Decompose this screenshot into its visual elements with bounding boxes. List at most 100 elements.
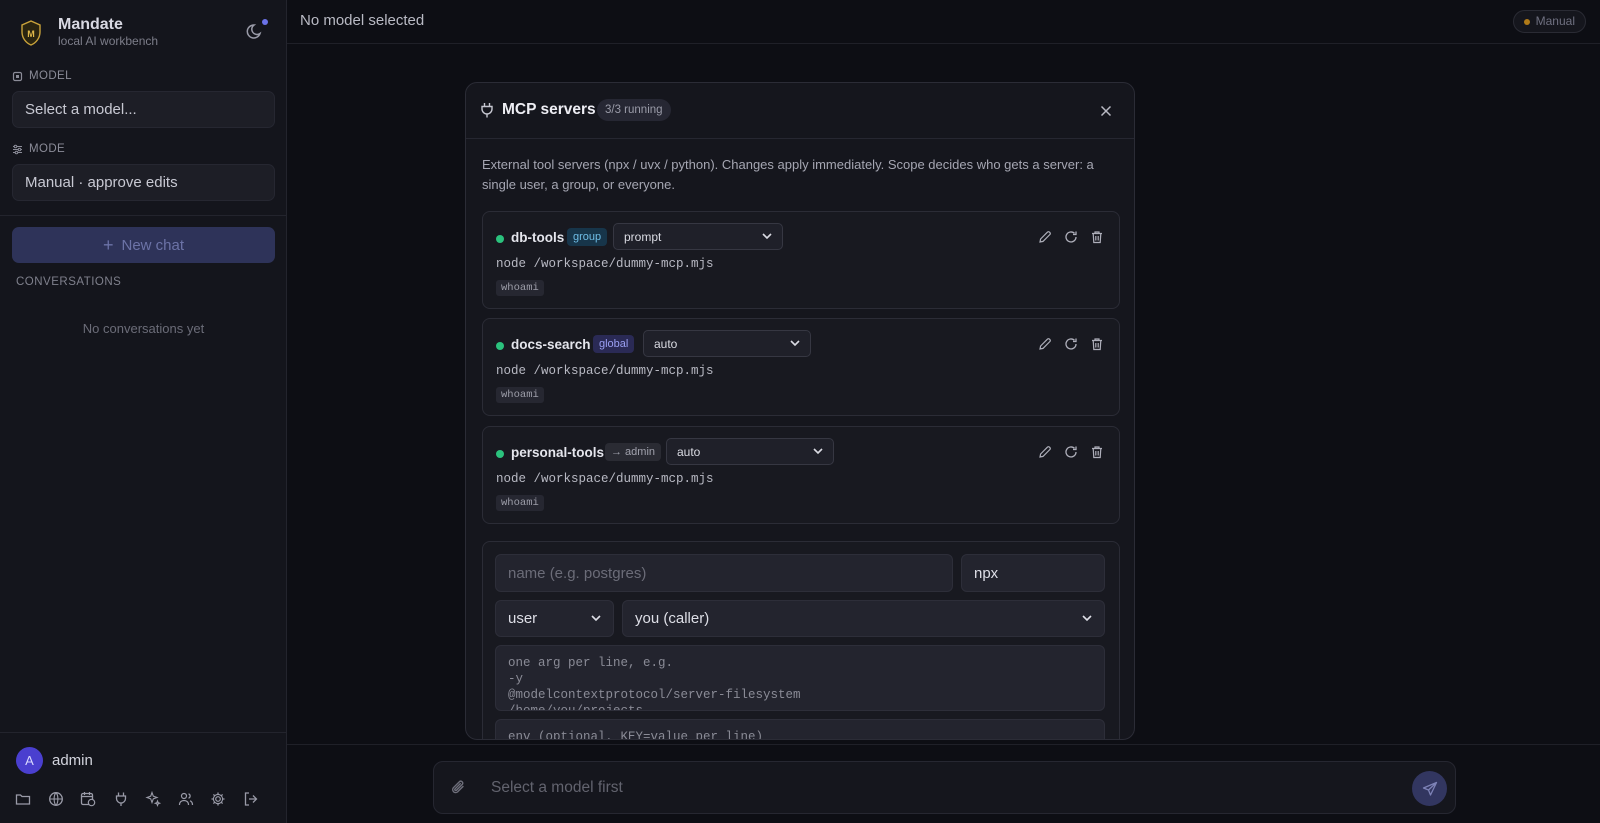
mode-section-label: MODE bbox=[12, 143, 65, 155]
conversations-label: CONVERSATIONS bbox=[16, 276, 122, 288]
page-title: No model selected bbox=[300, 12, 425, 29]
server-name: personal-tools bbox=[511, 445, 605, 460]
server-name: db-tools bbox=[511, 230, 565, 245]
message-input[interactable] bbox=[491, 770, 1371, 806]
policy-select-value: auto bbox=[677, 444, 701, 459]
app-name: Mandate bbox=[58, 16, 123, 33]
new-chat-button[interactable]: + New chat bbox=[12, 227, 275, 263]
tool-chip: whoami bbox=[496, 495, 544, 511]
restart-icon[interactable] bbox=[1063, 229, 1079, 245]
topbar: No model selected Manual bbox=[287, 0, 1600, 44]
modal-description: External tool servers (npx / uvx / pytho… bbox=[482, 157, 1094, 192]
mode-select-value: Manual · approve edits bbox=[25, 174, 178, 191]
sidebar-footer-divider bbox=[0, 732, 287, 733]
model-select-value: Select a model... bbox=[25, 101, 137, 118]
mode-status-pill[interactable]: Manual bbox=[1512, 10, 1586, 33]
sidebar-divider bbox=[0, 215, 287, 216]
users-icon[interactable] bbox=[177, 790, 195, 808]
server-name: docs-search bbox=[511, 337, 591, 352]
trash-icon[interactable] bbox=[1089, 336, 1105, 352]
empty-conversations: No conversations yet bbox=[82, 321, 205, 336]
status-dot bbox=[496, 342, 504, 350]
chevron-down-icon bbox=[813, 448, 823, 455]
tool-chip: whoami bbox=[496, 280, 544, 296]
svg-text:M: M bbox=[27, 29, 35, 39]
policy-select-value: prompt bbox=[624, 229, 662, 244]
brand: M Mandate local AI workbench bbox=[20, 16, 158, 49]
model-section-label: MODEL bbox=[12, 70, 72, 82]
sidebar: M Mandate local AI workbench MODEL Selec… bbox=[0, 0, 287, 823]
logout-icon[interactable] bbox=[242, 790, 260, 808]
avatar: A bbox=[16, 747, 43, 774]
target-select-value: you (caller) bbox=[635, 610, 710, 627]
send-button[interactable] bbox=[1412, 771, 1447, 806]
edit-icon[interactable] bbox=[1037, 336, 1053, 352]
model-label: MODEL bbox=[29, 70, 72, 82]
plus-icon: + bbox=[102, 234, 114, 255]
model-select[interactable]: Select a model... bbox=[12, 91, 275, 128]
add-server-form: npx user you (caller) bbox=[482, 541, 1120, 739]
command-input[interactable]: npx bbox=[961, 554, 1105, 592]
settings-icon[interactable] bbox=[209, 790, 227, 808]
running-count-badge: 3/3 running bbox=[597, 99, 671, 121]
server-card-personal-tools: personal-tools → admin auto node /worksp… bbox=[482, 426, 1120, 524]
close-icon[interactable] bbox=[1096, 101, 1116, 121]
mode-select[interactable]: Manual · approve edits bbox=[12, 164, 275, 201]
sliders-icon bbox=[13, 144, 22, 154]
server-actions bbox=[1027, 444, 1105, 460]
modal-header: MCP servers 3/3 running bbox=[466, 83, 1134, 139]
server-card-db-tools: db-tools group prompt node /workspace/du… bbox=[482, 211, 1120, 309]
plug-icon[interactable] bbox=[112, 790, 130, 808]
user-name: admin bbox=[52, 752, 93, 769]
scope-badge: group bbox=[567, 228, 608, 246]
status-dot bbox=[496, 235, 504, 243]
tool-chip: whoami bbox=[496, 387, 544, 403]
command-input-value: npx bbox=[974, 564, 999, 582]
chevron-down-icon bbox=[591, 615, 601, 622]
folder-icon[interactable] bbox=[14, 790, 32, 808]
policy-select[interactable]: auto bbox=[666, 438, 834, 465]
policy-select[interactable]: auto bbox=[643, 330, 811, 357]
restart-icon[interactable] bbox=[1063, 444, 1079, 460]
restart-icon[interactable] bbox=[1063, 336, 1079, 352]
mode-label: MODE bbox=[29, 143, 66, 155]
args-textarea[interactable] bbox=[495, 645, 1105, 711]
modal-title: MCP servers bbox=[502, 101, 596, 118]
chevron-down-icon bbox=[790, 340, 800, 347]
chip-icon bbox=[12, 71, 23, 81]
shield-logo-icon: M bbox=[21, 19, 41, 46]
env-textarea[interactable] bbox=[495, 719, 1105, 739]
trash-icon[interactable] bbox=[1089, 229, 1105, 245]
status-dot bbox=[496, 450, 504, 458]
globe-icon[interactable] bbox=[47, 790, 65, 808]
trash-icon[interactable] bbox=[1089, 444, 1105, 460]
scope-select[interactable]: user bbox=[495, 600, 614, 637]
footer-icon-bar bbox=[14, 790, 274, 808]
chevron-down-icon bbox=[762, 233, 772, 240]
app-subtitle: local AI workbench bbox=[58, 34, 159, 48]
policy-select[interactable]: prompt bbox=[613, 223, 783, 250]
server-name-input[interactable] bbox=[495, 554, 953, 592]
chevron-down-icon bbox=[1082, 615, 1092, 622]
scope-badge: → admin bbox=[605, 443, 662, 461]
policy-select-value: auto bbox=[654, 336, 678, 351]
server-actions bbox=[1027, 336, 1105, 352]
server-command: node /workspace/dummy-mcp.mjs bbox=[496, 257, 714, 271]
target-select[interactable]: you (caller) bbox=[622, 600, 1105, 637]
paperclip-icon[interactable] bbox=[449, 778, 469, 798]
notification-dot bbox=[262, 19, 268, 25]
new-chat-label: New chat bbox=[121, 236, 185, 254]
server-command: node /workspace/dummy-mcp.mjs bbox=[496, 472, 714, 486]
sparkles-icon[interactable] bbox=[144, 790, 162, 808]
server-actions bbox=[1027, 229, 1105, 245]
edit-icon[interactable] bbox=[1037, 229, 1053, 245]
plug-icon bbox=[481, 103, 493, 118]
send-icon bbox=[1422, 781, 1437, 796]
user-row[interactable]: A admin bbox=[16, 747, 93, 774]
calendar-clock-icon[interactable] bbox=[79, 790, 97, 808]
server-command: node /workspace/dummy-mcp.mjs bbox=[496, 364, 714, 378]
scope-badge: global bbox=[593, 335, 635, 353]
server-card-docs-search: docs-search global auto node /workspace/… bbox=[482, 318, 1120, 416]
edit-icon[interactable] bbox=[1037, 444, 1053, 460]
scope-select-value: user bbox=[508, 610, 538, 627]
